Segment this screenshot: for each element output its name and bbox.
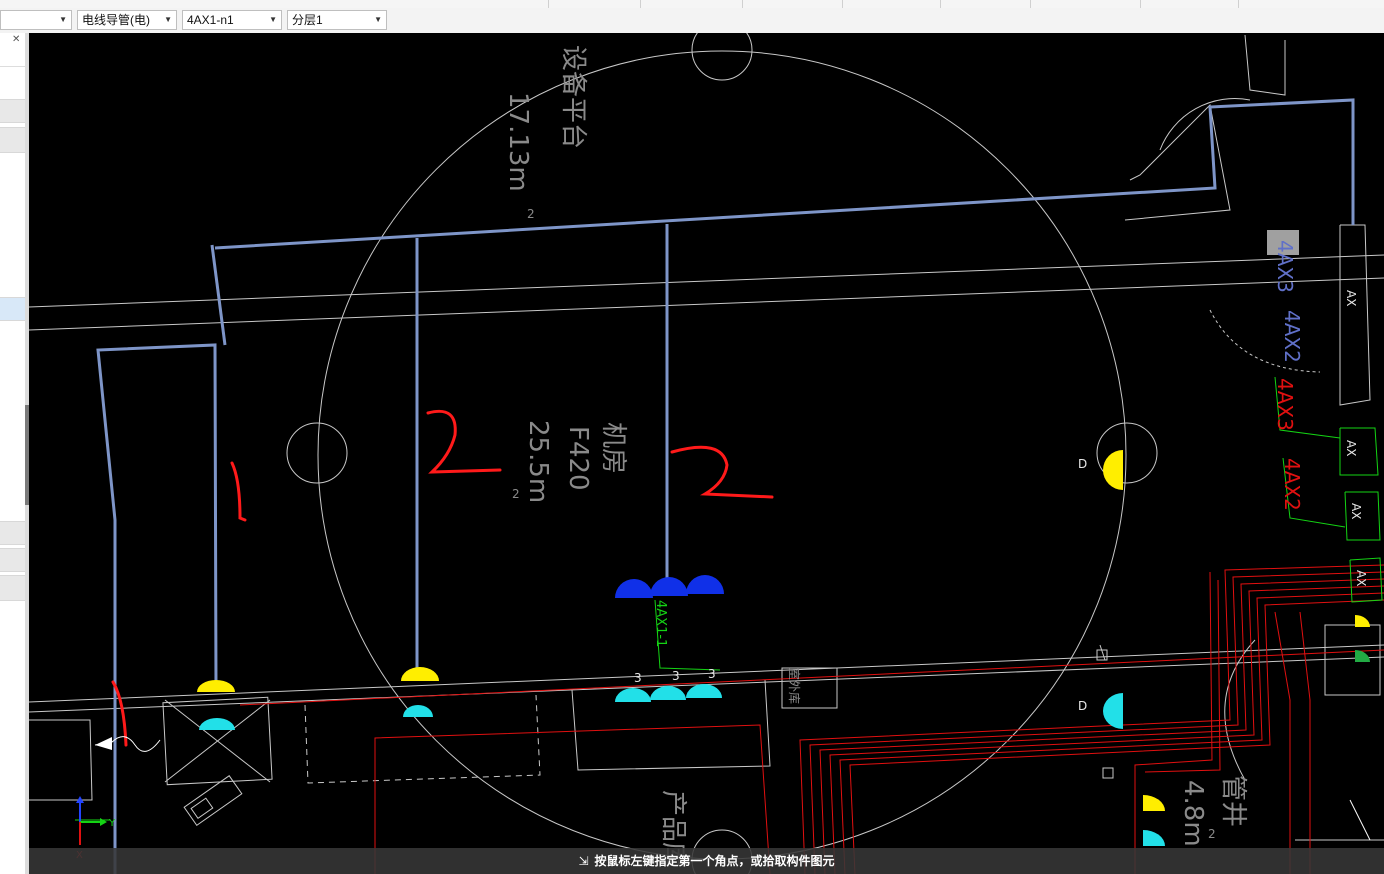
component-dropdown-value: 4AX1-n1 xyxy=(187,13,234,27)
label-4ax3-blue: 4AX3 xyxy=(1273,240,1297,293)
lamp-mark-1: D xyxy=(1078,457,1087,471)
annotation-2a: 2 xyxy=(440,439,441,441)
left-panel: ✕ xyxy=(0,33,26,874)
arrow-head xyxy=(95,737,112,750)
category-dropdown[interactable]: 电线导管(电) ▼ xyxy=(77,10,177,30)
chevron-down-icon: ▼ xyxy=(269,15,277,24)
first-dropdown[interactable]: ▼ xyxy=(0,10,72,30)
room-center-code: F420 xyxy=(563,426,593,491)
room-upper-area: 17.13m xyxy=(503,92,533,192)
box-ax-1: AX xyxy=(1344,290,1358,306)
count-1: 3 xyxy=(634,671,642,685)
panel-row[interactable] xyxy=(0,548,25,572)
room-center-area: 25.5m xyxy=(523,420,553,503)
panel-row-selected[interactable] xyxy=(0,297,25,321)
command-prompt-text: 按鼠标左键指定第一个角点，或拾取构件图元 xyxy=(594,854,835,868)
panel-divider xyxy=(0,66,25,67)
room-right-name: 管井 xyxy=(1218,775,1248,827)
panel-row[interactable] xyxy=(0,521,25,545)
pick-cursor-icon: ⇲ xyxy=(578,854,589,868)
annotation-1: 1 xyxy=(235,489,236,491)
panel-row[interactable] xyxy=(0,99,25,123)
label-4ax3-red: 4AX3 xyxy=(1273,378,1297,431)
wall-lines xyxy=(29,34,1384,841)
drawing-canvas[interactable]: 设备平台 17.13m 机房 F420 25.5m 管井 4.8m 产品库 2 … xyxy=(29,33,1384,874)
label-4ax2-blue: 4AX2 xyxy=(1280,310,1304,363)
room-upper-area-sup: 2 xyxy=(527,207,535,221)
component-dropdown[interactable]: 4AX1-n1 ▼ xyxy=(182,10,282,30)
room-center-area-sup: 2 xyxy=(512,487,520,501)
chevron-down-icon: ▼ xyxy=(59,15,67,24)
panel-row[interactable] xyxy=(0,127,25,153)
panel-close-icon[interactable]: ✕ xyxy=(12,34,20,45)
room-right-area-sup: 2 xyxy=(1208,827,1216,841)
ucs-y-label: Y xyxy=(108,818,116,829)
room-right-area: 4.8m xyxy=(1178,780,1208,847)
box-ax-4: AX xyxy=(1354,570,1368,586)
count-3: 3 xyxy=(708,667,716,681)
room-center-name: 机房 xyxy=(598,422,628,474)
annotation-2b: 2 xyxy=(710,469,711,471)
lamp-mark-2: D xyxy=(1078,699,1087,713)
outer-room-name: 室外库 xyxy=(787,668,802,704)
toolbar: ▼ 电线导管(电) ▼ 4AX1-n1 ▼ 分层1 ▼ xyxy=(0,8,1384,34)
chevron-down-icon: ▼ xyxy=(164,15,172,24)
label-circuit: 4AX1-1 xyxy=(653,600,668,647)
category-dropdown-value: 电线导管(电) xyxy=(82,13,150,27)
layer-dropdown[interactable]: 分层1 ▼ xyxy=(287,10,387,30)
room-upper-name: 设备平台 xyxy=(558,45,588,149)
box-ax-3: AX xyxy=(1349,503,1363,519)
panel-row[interactable] xyxy=(0,575,25,601)
chevron-down-icon: ▼ xyxy=(374,15,382,24)
command-prompt-bar: ⇲ 按鼠标左键指定第一个角点，或拾取构件图元 xyxy=(29,848,1384,874)
count-2: 3 xyxy=(672,669,680,683)
label-4ax2-red: 4AX2 xyxy=(1280,458,1304,511)
box-ax-2: AX xyxy=(1344,440,1358,456)
layer-dropdown-value: 分层1 xyxy=(292,13,323,27)
